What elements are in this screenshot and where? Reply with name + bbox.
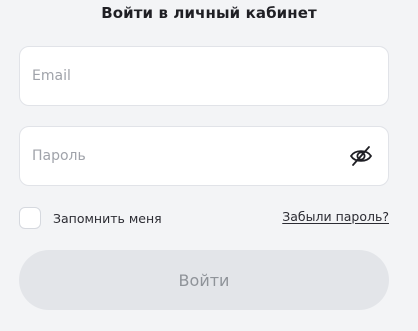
password-input[interactable] bbox=[32, 127, 342, 185]
login-form: Войти в личный кабинет Запомнить меня За… bbox=[0, 0, 418, 331]
password-field-container[interactable] bbox=[19, 126, 389, 186]
email-field-container[interactable] bbox=[19, 46, 389, 106]
remember-me-label: Запомнить меня bbox=[53, 210, 162, 226]
forgot-password-link[interactable]: Забыли пароль? bbox=[282, 209, 389, 224]
email-input[interactable] bbox=[32, 47, 342, 105]
remember-me-checkbox[interactable] bbox=[19, 207, 41, 229]
eye-slash-icon[interactable] bbox=[348, 143, 374, 169]
remember-me[interactable]: Запомнить меня bbox=[19, 206, 162, 230]
page-title: Войти в личный кабинет bbox=[101, 4, 317, 22]
login-button[interactable]: Войти bbox=[19, 250, 389, 310]
